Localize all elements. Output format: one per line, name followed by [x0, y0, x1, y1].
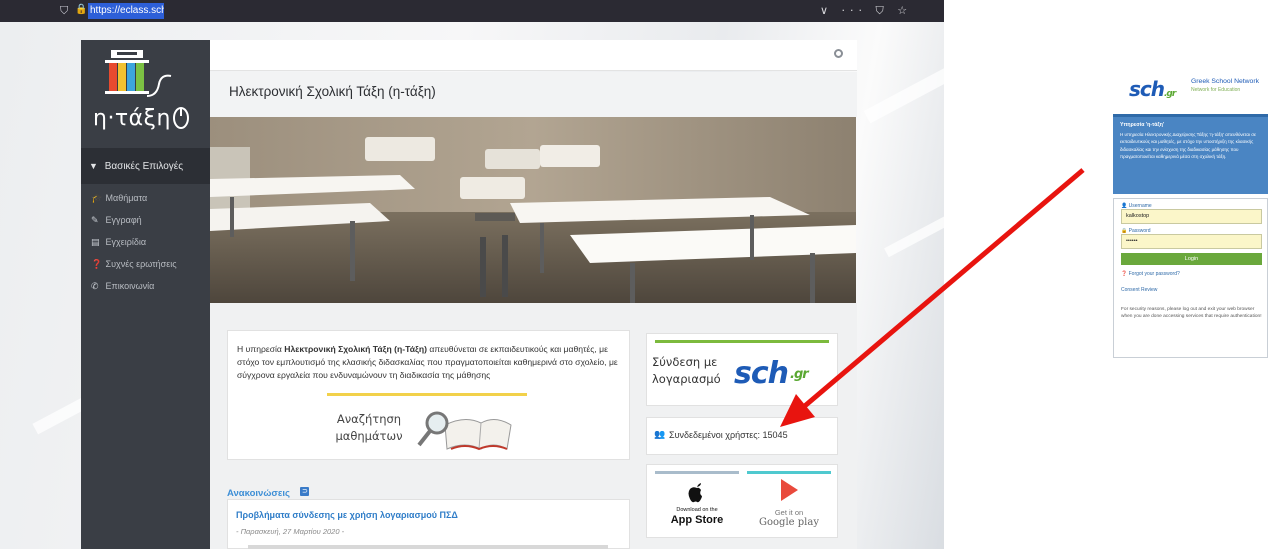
- forgot-password-link[interactable]: ❓ Forgot your password?: [1121, 271, 1180, 277]
- announcement-link[interactable]: Προβλήματα σύνδεσης με χρήση λογαριασμού…: [236, 510, 458, 520]
- sidebar-item-label: Συχνές ερωτήσεις: [105, 259, 177, 269]
- consent-review-link[interactable]: Consent Review: [1121, 287, 1157, 293]
- sidebar-item-label: Εγγραφή: [105, 215, 142, 225]
- apple-icon: [661, 483, 733, 507]
- sch-network-subtitle: Network for Education: [1191, 87, 1241, 93]
- search-banner-accent: [327, 393, 527, 396]
- login-card-line1: Σύνδεση με: [652, 355, 718, 369]
- announcements-title: Ανακοινώσεις: [227, 488, 290, 499]
- graduation-cap-icon: 🎓: [91, 194, 103, 204]
- intro-text: Η υπηρεσία Ηλεκτρονική Σχολική Τάξη (η-Τ…: [237, 343, 627, 382]
- browser-window: ⛉ 🔒 https://eclass.sch.gr ∨ ··· ⛉ ☆: [0, 0, 944, 549]
- announcements-header: Ανακοινώσεις ⊃: [227, 483, 310, 499]
- googleplay-big-text: Google play: [759, 517, 819, 528]
- sidebar-item-label: Επικοινωνία: [105, 281, 155, 291]
- sch-logo: sch .gr: [734, 356, 809, 391]
- apps-accent-right: [747, 471, 831, 474]
- user-menu-icon[interactable]: [834, 49, 843, 58]
- sch-network-logo: sch.gr: [1129, 77, 1176, 101]
- logo-text: η·τάξη: [93, 106, 171, 131]
- hero-classroom-image: [210, 117, 856, 303]
- title-bar: Ηλεκτρονική Σχολική Τάξη (η-τάξη): [210, 72, 857, 117]
- sidebar-item-contact[interactable]: ✆ Επικοινωνία: [81, 275, 210, 297]
- security-notice: For security reasons, please log out and…: [1121, 307, 1262, 320]
- top-bar: [210, 40, 857, 71]
- course-search-banner[interactable]: Αναζήτηση μαθημάτων: [327, 393, 527, 461]
- sch-info-box: Υπηρεσία 'η-τάξη' Η υπηρεσία Ηλεκτρονική…: [1113, 114, 1268, 194]
- app-store-badge[interactable]: Download on the App Store: [661, 483, 733, 533]
- sidebar-item-label: Εγχειρίδια: [105, 237, 147, 247]
- username-field[interactable]: kalkostop: [1121, 209, 1262, 224]
- intro-text-part: Η υπηρεσία: [237, 344, 285, 354]
- users-icon: 👥: [654, 430, 666, 440]
- logo-books-icon: [105, 50, 189, 129]
- sch-login-form: 👤 Username kalkostop 🔒 Password •••••• L…: [1113, 198, 1268, 358]
- lock-icon: 🔒: [75, 4, 88, 15]
- course-search-label: Αναζήτηση μαθημάτων: [331, 411, 407, 445]
- mobile-apps-card: Download on the App Store Get it on Goog…: [646, 464, 838, 538]
- intro-service-name: Ηλεκτρονική Σχολική Τάξη (η-Τάξη): [284, 344, 427, 354]
- sch-network-logo-suffix: .gr: [1164, 89, 1176, 99]
- google-play-badge[interactable]: Get it on Google play: [749, 479, 829, 533]
- login-card-line2: λογαριασμό: [652, 372, 721, 386]
- sch-logo-suffix: .gr: [790, 367, 809, 382]
- browser-address-bar[interactable]: ⛉ 🔒 https://eclass.sch.gr ∨ ··· ⛉ ☆: [0, 0, 944, 22]
- apple-logo-shape: [688, 483, 702, 503]
- sidebar: η·τάξη ▼ Βασικές Επιλογές 🎓 Μαθήματα ✎ Ε…: [81, 40, 210, 549]
- sch-login-card[interactable]: Σύνδεση με λογαριασμό sch .gr: [646, 333, 838, 406]
- course-search-line1: Αναζήτηση: [336, 412, 402, 426]
- sch-login-panel: sch.gr Greek School Network Network for …: [1113, 60, 1268, 360]
- sidebar-item-label: Μαθήματα: [105, 193, 148, 203]
- sidebar-item-register[interactable]: ✎ Εγγραφή: [81, 209, 210, 231]
- document-icon: ▤: [91, 238, 100, 248]
- chevron-down-icon: ▼: [89, 161, 98, 171]
- sch-info-text: Η υπηρεσία Ηλεκτρονικής Διαχείρισης Τάξη…: [1120, 132, 1257, 159]
- login-button[interactable]: Login: [1121, 253, 1262, 265]
- login-card-accent: [655, 340, 829, 343]
- edit-icon: ✎: [91, 216, 99, 226]
- shield-icon[interactable]: ⛉: [60, 4, 68, 18]
- online-users-text: Συνδεδεμένοι χρήστες: 15045: [669, 430, 788, 440]
- url-text[interactable]: https://eclass.sch.gr: [88, 3, 164, 19]
- online-users-card: 👥 Συνδεδεμένοι χρήστες: 15045: [646, 417, 838, 455]
- sch-logo-text: sch: [734, 356, 789, 391]
- sidebar-item-faq[interactable]: ❓ Συχνές ερωτήσεις: [81, 253, 210, 275]
- site-logo[interactable]: η·τάξη: [81, 40, 210, 148]
- sch-network-logo-text: sch: [1129, 77, 1165, 101]
- announcements-card: Προβλήματα σύνδεσης με χρήση λογαριασμού…: [227, 499, 630, 549]
- rss-icon[interactable]: ⊃: [300, 487, 310, 497]
- password-field[interactable]: ••••••: [1121, 234, 1262, 249]
- sidebar-header-label: Βασικές Επιλογές: [104, 161, 184, 172]
- sidebar-item-manuals[interactable]: ▤ Εγχειρίδια: [81, 231, 210, 253]
- sidebar-item-courses[interactable]: 🎓 Μαθήματα: [81, 187, 210, 209]
- appstore-small-text: Download on the: [676, 507, 718, 513]
- googleplay-small-text: Get it on: [774, 508, 804, 517]
- google-play-icon: [780, 479, 798, 501]
- browser-toolbar-icons[interactable]: ∨ ··· ⛉ ☆: [820, 4, 912, 18]
- login-card-text: Σύνδεση με λογαριασμό: [652, 354, 724, 388]
- book-magnifier-icon: [417, 411, 512, 451]
- phone-icon: ✆: [91, 282, 99, 292]
- course-search-line2: μαθημάτων: [335, 429, 403, 443]
- sch-network-name: Greek School Network: [1191, 78, 1259, 85]
- forgot-password-text: Forgot your password?: [1128, 271, 1180, 277]
- apps-accent-left: [655, 471, 739, 474]
- question-circle-icon: ❓: [91, 260, 103, 270]
- page-title: Ηλεκτρονική Σχολική Τάξη (η-τάξη): [229, 84, 436, 99]
- announcement-date: - Παρασκευή, 27 Μαρτίου 2020 -: [236, 527, 345, 536]
- appstore-big-text: App Store: [670, 514, 724, 526]
- sch-info-title: Υπηρεσία 'η-τάξη': [1120, 122, 1165, 128]
- sidebar-header[interactable]: ▼ Βασικές Επιλογές: [81, 148, 210, 184]
- screenshot-stage: ⛉ 🔒 https://eclass.sch.gr ∨ ··· ⛉ ☆: [0, 0, 1268, 549]
- announcement-excerpt-cropped: [248, 545, 608, 549]
